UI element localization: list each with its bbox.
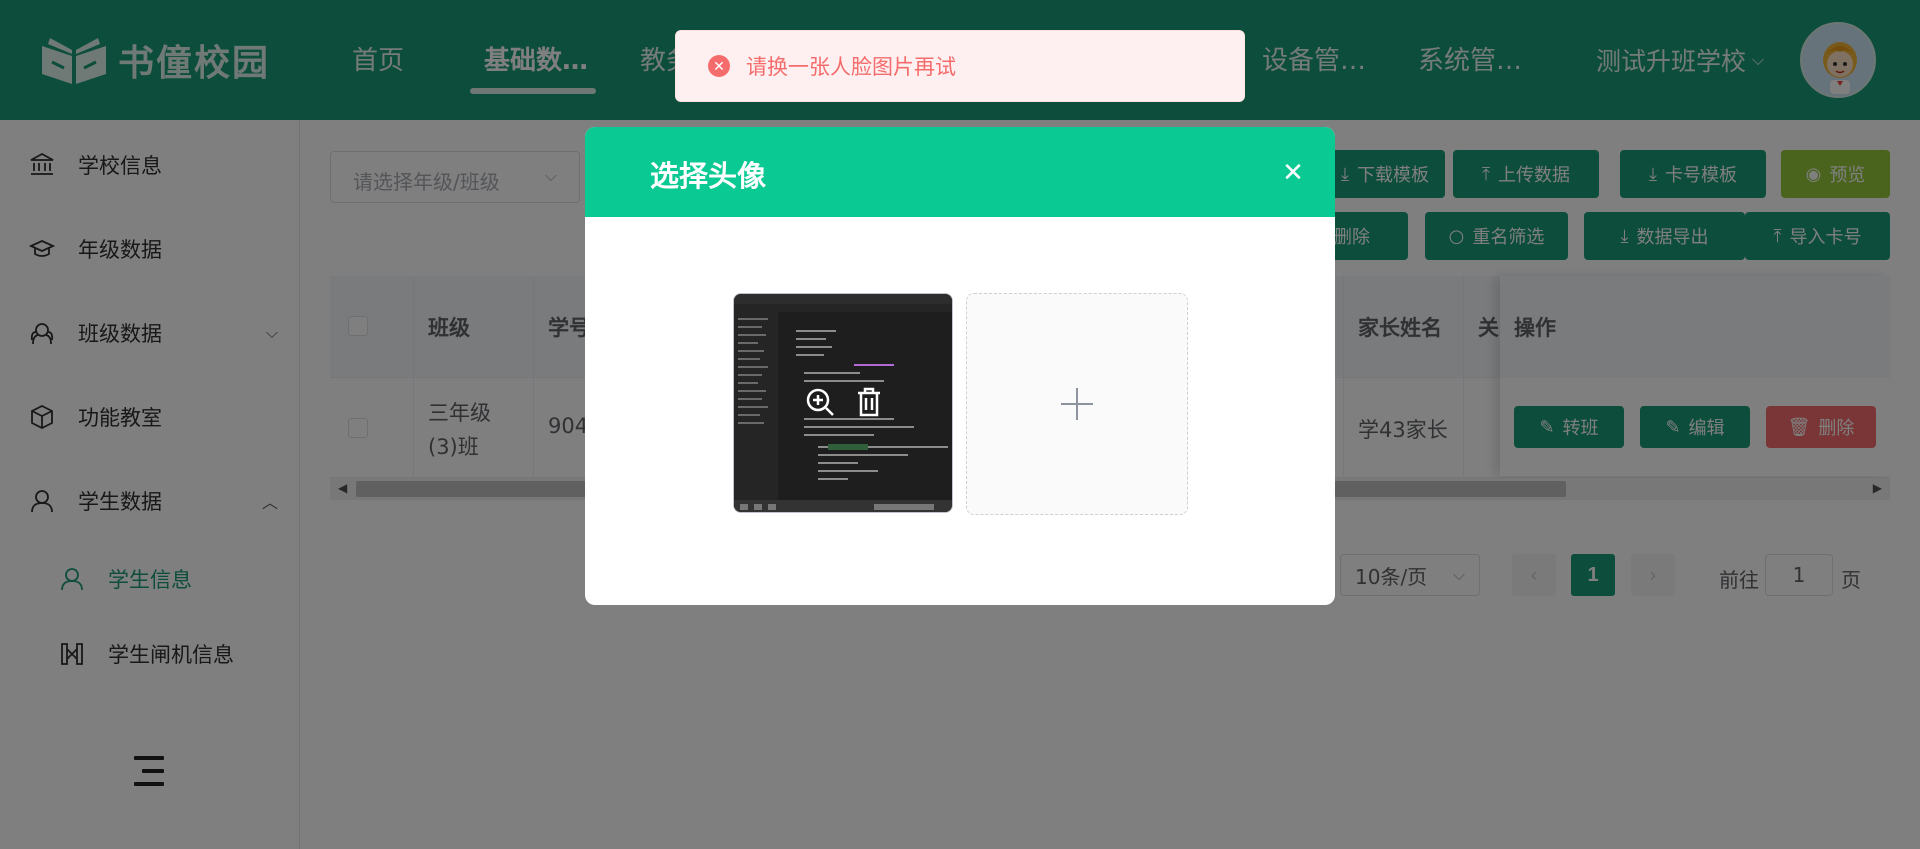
error-message-toast: ✕ 请换一张人脸图片再试 — [675, 30, 1245, 102]
toast-message: 请换一张人脸图片再试 — [746, 55, 956, 79]
uploaded-image-thumbnail[interactable] — [733, 293, 953, 513]
trash-icon[interactable] — [855, 387, 883, 422]
error-circle-icon: ✕ — [708, 55, 730, 77]
add-image-uploader[interactable] — [966, 293, 1188, 515]
dialog-title: 选择头像 — [650, 159, 767, 193]
close-icon[interactable]: ✕ — [1278, 157, 1308, 187]
select-avatar-dialog: 选择头像 ✕ — [585, 127, 1335, 605]
dialog-header: 选择头像 ✕ — [585, 127, 1335, 217]
zoom-in-icon[interactable] — [805, 387, 835, 422]
thumbnail-actions — [734, 294, 952, 512]
plus-icon — [1061, 388, 1093, 420]
